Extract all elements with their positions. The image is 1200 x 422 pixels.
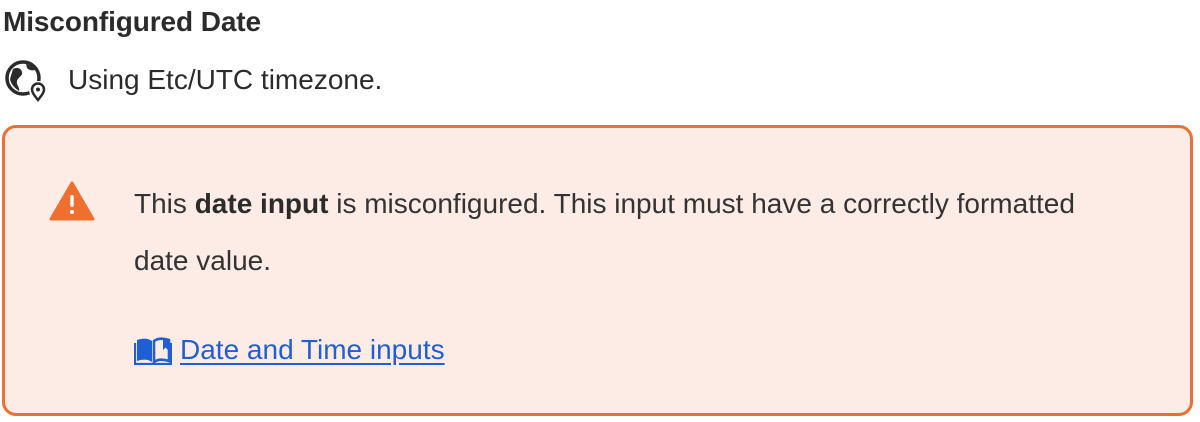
misconfiguration-alert: This date input is misconfigured. This i…	[2, 125, 1193, 416]
timezone-text: Using Etc/UTC timezone.	[68, 64, 383, 95]
field-title: Misconfigured Date	[3, 6, 262, 37]
warning-triangle-icon	[49, 181, 95, 221]
globe-location-icon	[4, 58, 48, 103]
alert-message: This date input is misconfigured. This i…	[134, 175, 1114, 289]
link-text[interactable]: Date and Time inputs	[180, 334, 445, 366]
alert-message-prefix: This	[134, 188, 195, 219]
alert-message-bold: date input	[194, 188, 329, 219]
timezone-row: Using Etc/UTC timezone.	[4, 58, 383, 103]
date-time-inputs-link[interactable]: Date and Time inputs	[133, 334, 445, 366]
book-icon	[133, 335, 173, 366]
